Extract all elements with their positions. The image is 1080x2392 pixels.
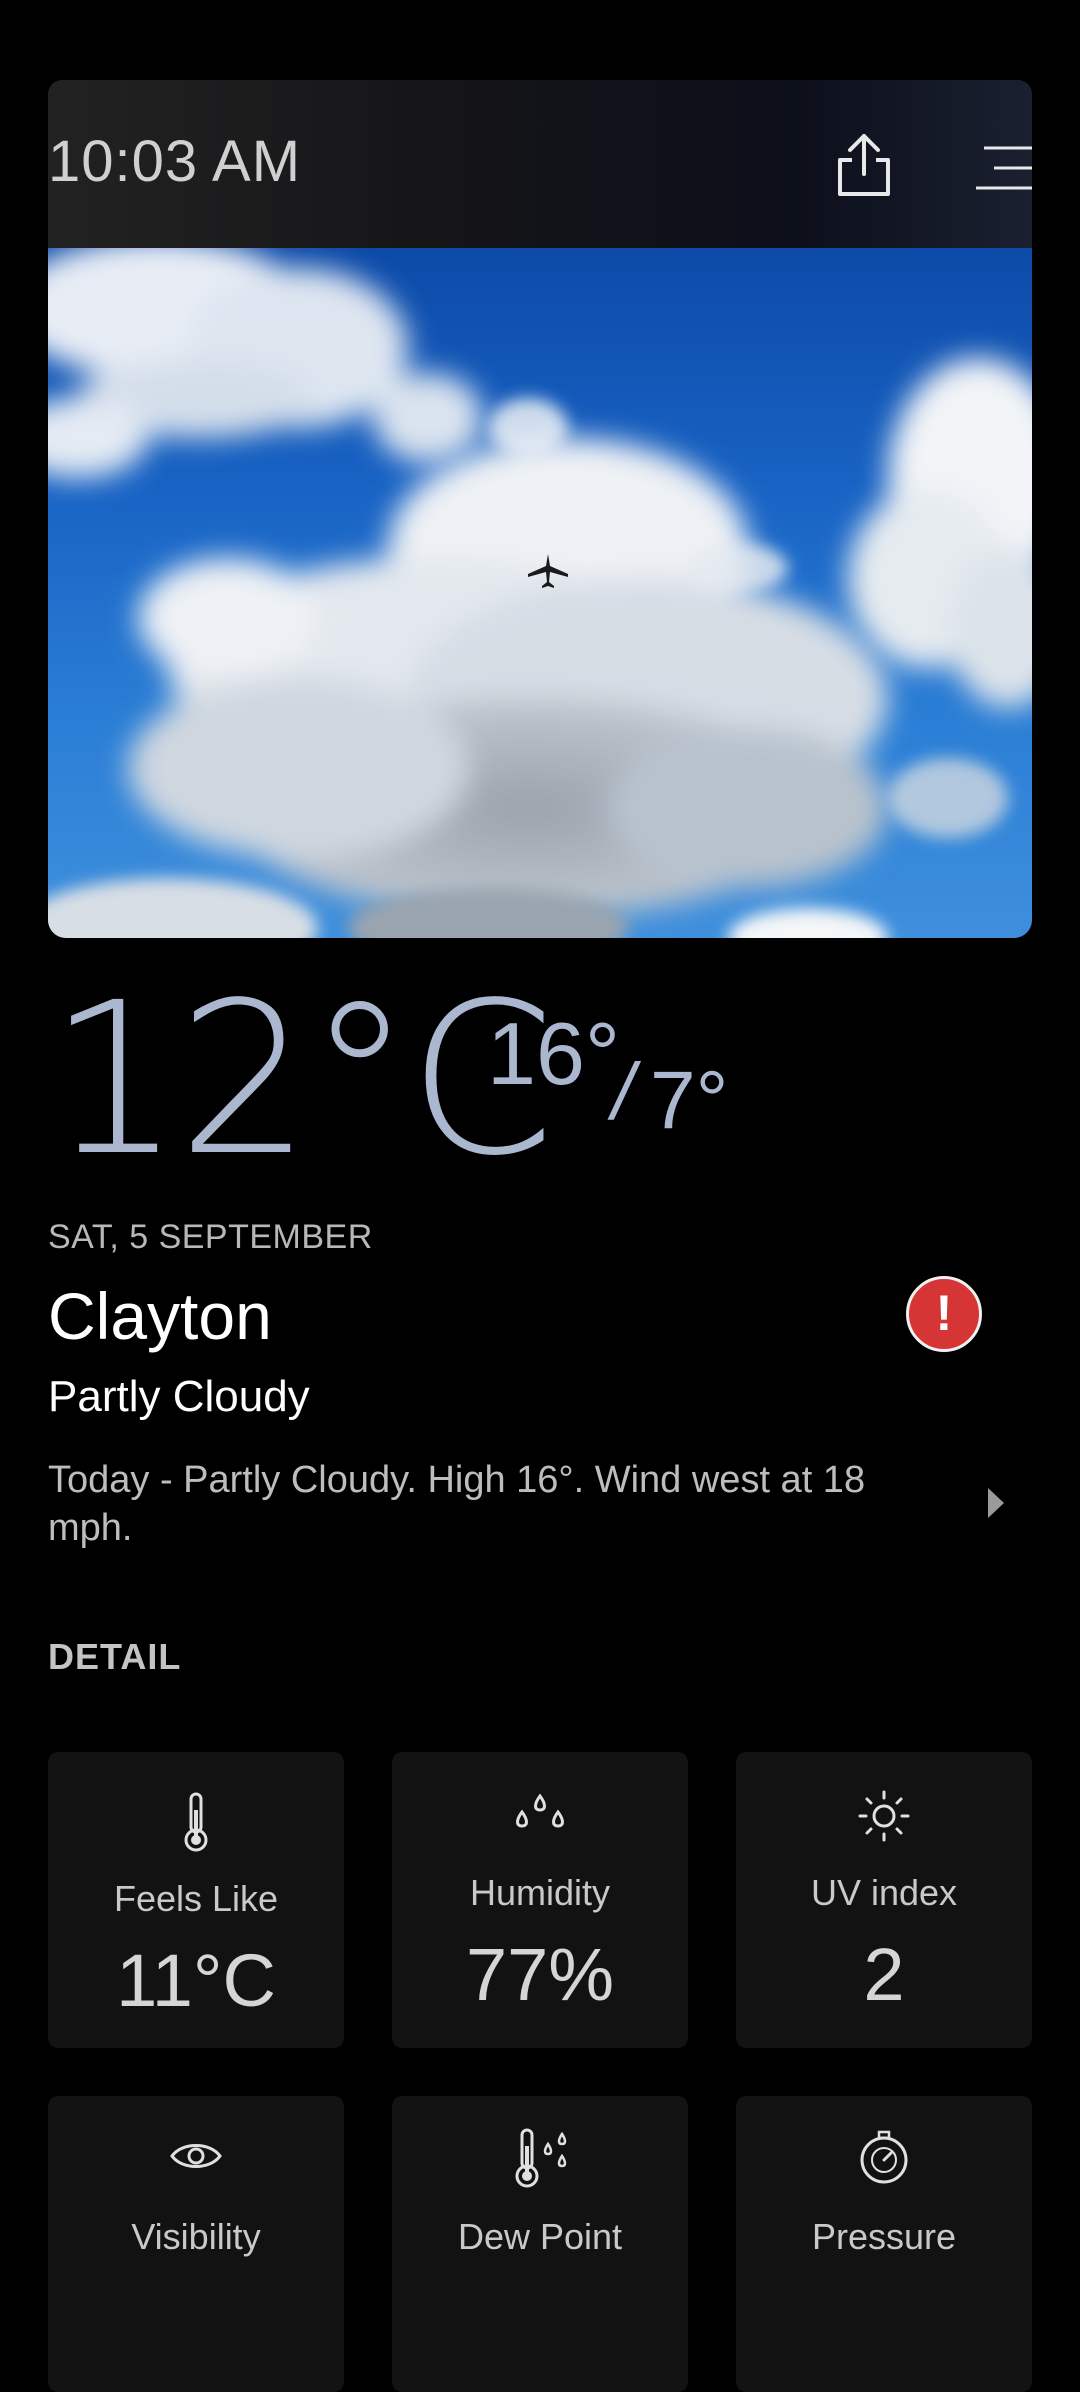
card-label: UV index [810,1872,958,1913]
weather-alert-button[interactable]: ! [906,1276,982,1352]
feels-like-card[interactable]: Feels Like 11°C [48,1752,344,2048]
card-value: 2 [863,1933,905,2016]
chevron-right-icon[interactable] [988,1488,1004,1518]
pressure-card[interactable]: Pressure [736,2096,1032,2392]
dew-point-card[interactable]: Dew Point [392,2096,688,2392]
low-temperature: 7° [650,1055,729,1146]
clock-time: 10:03 AM [48,129,302,194]
top-bar: 10:03 AM [48,80,1032,248]
card-value: 77% [465,1933,615,2016]
share-icon [838,134,890,196]
sun-icon [858,1790,910,1842]
location-name: Clayton [48,1279,272,1353]
weather-condition: Partly Cloudy [48,1372,310,1421]
humidity-drops-icon [516,1793,564,1828]
visibility-card[interactable]: Visibility [48,2096,344,2392]
card-label: Feels Like [113,1878,279,1919]
forecast-summary[interactable]: Today - Partly Cloudy. High 16°. Wind we… [48,1456,928,1552]
current-temperature: 12°C [48,957,555,1202]
temperature-separator: / [612,1047,635,1136]
pressure-gauge-icon [860,2130,908,2184]
card-value: 11°C [116,1939,276,2022]
uv-index-card[interactable]: UV index 2 [736,1752,1032,2048]
share-button[interactable] [832,130,896,198]
humidity-card[interactable]: Humidity 77% [392,1752,688,2048]
card-label: Visibility [131,2216,261,2257]
current-date: SAT, 5 SEPTEMBER [48,1218,373,1256]
menu-icon [976,146,1032,190]
weather-background-image [48,248,1032,938]
dew-point-icon [515,2128,567,2188]
thermometer-icon [184,1792,208,1852]
menu-button[interactable] [976,144,1032,192]
high-temperature: 16° [487,1004,621,1103]
card-label: Pressure [811,2216,957,2257]
sky-clouds-illustration [48,248,1032,938]
detail-section-title: DETAIL [48,1636,182,1677]
eye-icon [170,2144,222,2168]
card-label: Dew Point [457,2216,623,2257]
alert-icon: ! [935,1285,953,1341]
card-label: Humidity [469,1872,611,1913]
